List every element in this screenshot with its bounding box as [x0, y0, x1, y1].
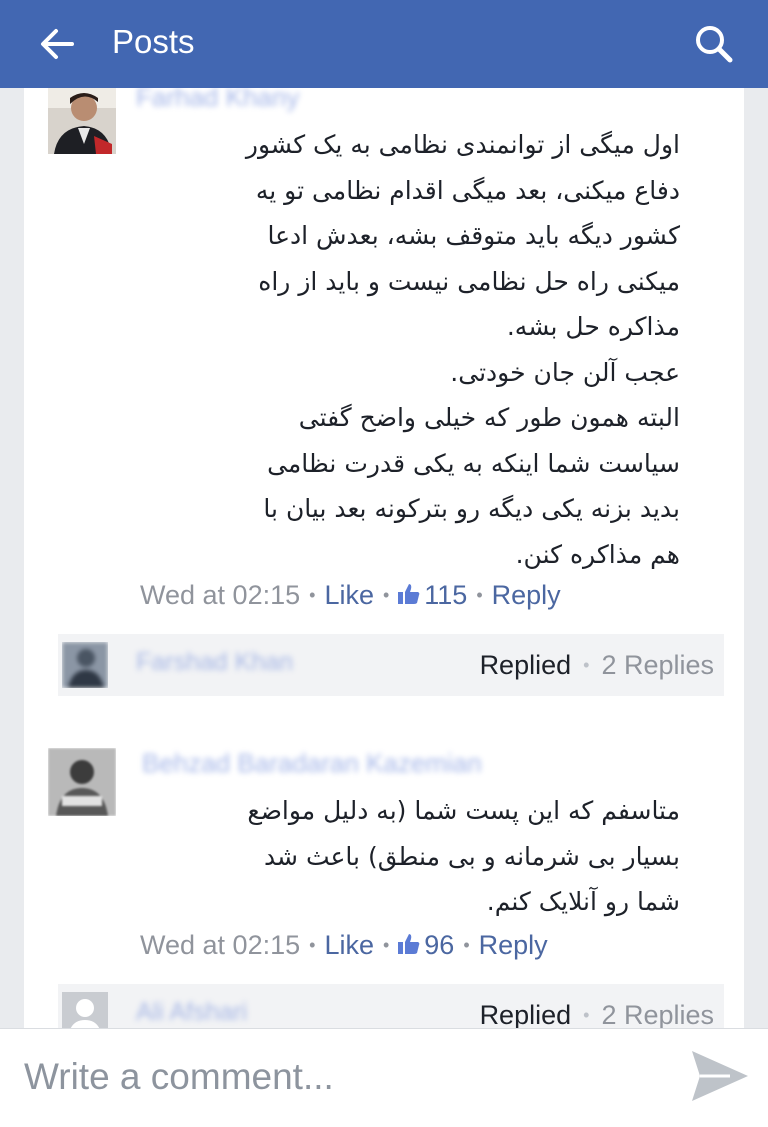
thumbs-up-icon	[398, 934, 420, 954]
comment-author[interactable]: Farhad Khany	[136, 88, 299, 113]
like-count-value: 96	[424, 930, 455, 960]
reply-avatar	[62, 992, 108, 1028]
back-button[interactable]	[36, 22, 80, 66]
reply-button[interactable]: Reply	[492, 580, 561, 610]
comment-timestamp[interactable]: Wed at 02:15	[140, 580, 300, 610]
reply-summary[interactable]: Farshad Khan Replied • 2 Replies	[58, 634, 724, 696]
separator-dot: •	[309, 585, 316, 605]
separator-dot: •	[309, 935, 316, 955]
send-icon	[692, 1051, 748, 1101]
separator-dot: •	[583, 655, 590, 675]
send-button[interactable]	[690, 1047, 752, 1105]
like-button[interactable]: Like	[324, 580, 374, 610]
arrow-left-icon	[41, 29, 74, 59]
comment-text: متاسفم که این پست شما (به دلیل مواضع بسی…	[247, 796, 680, 916]
reply-status: Replied • 2 Replies	[480, 998, 714, 1028]
replies-count[interactable]: 2 Replies	[601, 650, 714, 680]
page-title: Posts	[112, 23, 195, 60]
comment-author[interactable]: Behzad Baradaran Kazemian	[142, 748, 482, 779]
reply-avatar	[62, 642, 108, 688]
comments-list: Farhad Khany اول میگی از توانمندی نظامی …	[24, 88, 744, 1028]
avatar[interactable]	[48, 88, 116, 154]
comment-meta: Wed at 02:15 • Like • 96 • Reply	[140, 928, 548, 962]
comment-composer	[0, 1028, 768, 1127]
separator-dot: •	[583, 1005, 590, 1025]
separator-dot: •	[382, 935, 390, 955]
reply-button[interactable]: Reply	[479, 930, 548, 960]
search-icon	[696, 26, 733, 63]
like-count[interactable]: 115	[398, 580, 467, 610]
replies-count[interactable]: 2 Replies	[601, 1000, 714, 1028]
comment-text: اول میگی از توانمندی نظامی به یک کشور دف…	[245, 130, 680, 569]
thumbs-up-icon	[398, 584, 420, 604]
top-bar: Posts	[0, 0, 768, 88]
comment-input[interactable]	[24, 1051, 644, 1103]
replied-label[interactable]: Replied	[480, 650, 572, 680]
like-button[interactable]: Like	[324, 930, 374, 960]
search-button[interactable]	[690, 20, 738, 68]
reply-author: Farshad Khan	[136, 648, 294, 676]
like-count[interactable]: 96	[398, 930, 454, 960]
reply-status: Replied • 2 Replies	[480, 648, 714, 682]
reply-summary[interactable]: Ali Afshari Replied • 2 Replies	[58, 984, 724, 1028]
replied-label[interactable]: Replied	[480, 1000, 572, 1028]
reply-author: Ali Afshari	[136, 998, 248, 1026]
like-count-value: 115	[424, 580, 468, 610]
separator-dot: •	[463, 935, 470, 955]
separator-dot: •	[476, 585, 483, 605]
separator-dot: •	[382, 585, 390, 605]
comment-timestamp[interactable]: Wed at 02:15	[140, 930, 300, 960]
comment-meta: Wed at 02:15 • Like • 115 • Reply	[140, 578, 561, 612]
avatar[interactable]	[48, 748, 116, 816]
